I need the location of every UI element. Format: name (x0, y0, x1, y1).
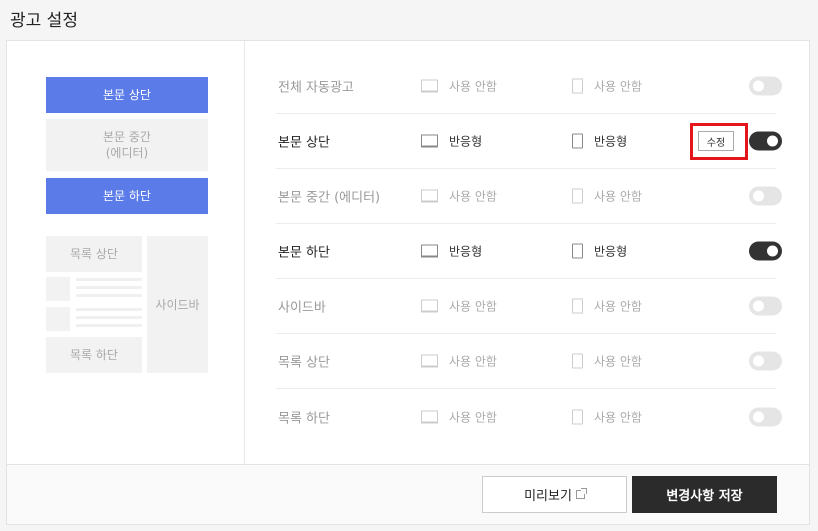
preview-body-middle: 본문 중간 (에디터) (46, 119, 208, 171)
save-changes-button[interactable]: 변경사항 저장 (632, 476, 777, 513)
pc-icon (421, 134, 438, 148)
external-link-icon (575, 488, 587, 499)
ad-row-auto: 전체 자동광고 사용 안함 사용 안함 (276, 59, 782, 114)
pc-option: 사용 안함 (421, 408, 497, 425)
pc-option: 반응형 (421, 243, 482, 260)
page-title: 광고 설정 (10, 11, 78, 31)
ad-slot-list: 전체 자동광고 사용 안함 사용 안함 본문 상단 반응형 반응형 수정 본문 … (276, 59, 782, 444)
toggle-switch[interactable] (749, 296, 782, 316)
preview-sidebar: 사이드바 (147, 236, 208, 373)
ad-row-body-middle: 본문 중간 (에디터) 사용 안함 사용 안함 (276, 169, 782, 224)
mobile-icon (572, 243, 583, 259)
toggle-switch[interactable] (749, 241, 782, 261)
ad-row-body-top: 본문 상단 반응형 반응형 수정 (276, 114, 782, 169)
toggle-switch[interactable] (749, 407, 782, 426)
pc-option: 사용 안함 (421, 78, 497, 95)
pc-option: 사용 안함 (421, 188, 497, 205)
mobile-icon (572, 409, 583, 424)
preview-body-top: 본문 상단 (46, 77, 208, 113)
preview-line (76, 278, 142, 281)
pc-icon (421, 189, 438, 203)
pc-icon (421, 410, 438, 423)
preview-line (76, 316, 142, 319)
row-label: 전체 자동광고 (278, 80, 354, 96)
row-label: 본문 하단 (278, 245, 330, 261)
preview-line (76, 324, 142, 327)
toggle-switch[interactable] (749, 76, 782, 96)
ad-row-sidebar: 사이드바 사용 안함 사용 안함 (276, 279, 782, 334)
mobile-icon (572, 133, 583, 149)
mobile-option: 사용 안함 (572, 353, 642, 370)
row-label: 본문 상단 (278, 135, 330, 151)
preview-line (76, 294, 142, 297)
mobile-option: 사용 안함 (572, 408, 642, 425)
row-label: 목록 상단 (278, 355, 330, 371)
preview-button[interactable]: 미리보기 (482, 476, 627, 513)
preview-list-top: 목록 상단 (46, 236, 142, 272)
preview-line (76, 286, 142, 289)
ad-position-preview: 본문 상단 본문 중간 (에디터) 본문 하단 목록 상단 목록 하단 사이드바 (7, 41, 245, 464)
preview-line (76, 308, 142, 311)
mobile-icon (572, 188, 583, 204)
toggle-switch[interactable] (749, 131, 782, 151)
mobile-icon (572, 78, 583, 94)
ad-settings-panel: 본문 상단 본문 중간 (에디터) 본문 하단 목록 상단 목록 하단 사이드바… (6, 40, 810, 525)
mobile-option: 사용 안함 (572, 78, 642, 95)
mobile-option: 사용 안함 (572, 298, 642, 315)
mobile-option: 반응형 (572, 243, 627, 260)
mobile-icon (572, 298, 583, 314)
toggle-switch[interactable] (749, 351, 782, 371)
footer-bar: 미리보기 변경사항 저장 (7, 464, 809, 524)
pc-option: 사용 안함 (421, 298, 497, 315)
preview-body-bottom: 본문 하단 (46, 178, 208, 214)
mobile-option: 사용 안함 (572, 188, 642, 205)
preview-thumb (46, 307, 70, 331)
ad-row-list-bottom: 목록 하단 사용 안함 사용 안함 (276, 389, 782, 444)
row-label: 본문 중간 (에디터) (278, 190, 381, 206)
pc-icon (421, 244, 438, 258)
preview-list-bottom: 목록 하단 (46, 337, 142, 373)
pc-icon (421, 79, 438, 93)
mobile-option: 반응형 (572, 133, 627, 150)
toggle-switch[interactable] (749, 186, 782, 206)
pc-icon (421, 354, 438, 368)
ad-row-list-top: 목록 상단 사용 안함 사용 안함 (276, 334, 782, 389)
ad-row-body-bottom: 본문 하단 반응형 반응형 (276, 224, 782, 279)
edit-button[interactable]: 수정 (698, 131, 734, 151)
preview-thumb (46, 277, 70, 301)
pc-option: 사용 안함 (421, 353, 497, 370)
pc-option: 반응형 (421, 133, 482, 150)
mobile-icon (572, 353, 583, 369)
pc-icon (421, 299, 438, 313)
row-label: 사이드바 (278, 300, 326, 316)
row-label: 목록 하단 (278, 411, 330, 426)
